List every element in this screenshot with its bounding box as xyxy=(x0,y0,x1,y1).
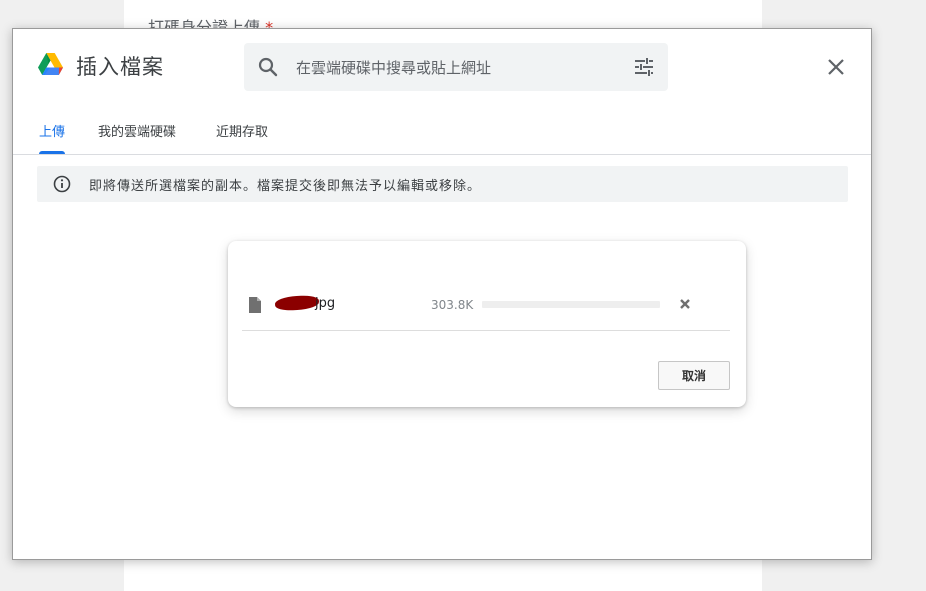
tab-recent[interactable]: 近期存取 xyxy=(216,121,268,140)
notice-text: 即將傳送所選檔案的副本。檔案提交後即無法予以編輯或移除。 xyxy=(89,179,482,194)
tab-bar: 上傳 我的雲端硬碟 近期存取 xyxy=(13,109,871,155)
cancel-button[interactable]: 取消 xyxy=(658,361,730,390)
file-size: 303.8K xyxy=(431,298,474,312)
active-tab-indicator xyxy=(39,151,65,154)
upload-progress-bar xyxy=(482,301,660,308)
redaction-mark xyxy=(274,294,320,312)
upload-progress-card: jpg 303.8K 取消 xyxy=(228,241,746,407)
info-icon xyxy=(53,175,71,193)
search-icon[interactable] xyxy=(256,55,280,79)
search-box[interactable] xyxy=(244,43,668,91)
card-divider xyxy=(242,330,730,331)
dialog-title: 插入檔案 xyxy=(76,55,164,79)
tune-icon[interactable] xyxy=(632,55,656,79)
insert-file-dialog: 插入檔案 在雲端硬碟中搜尋或貼上網址 上傳 我的雲端硬碟 近期存取 即將傳送所選… xyxy=(12,28,872,560)
google-drive-icon xyxy=(38,53,63,75)
tab-my-drive[interactable]: 我的雲端硬碟 xyxy=(98,121,176,140)
search-input[interactable] xyxy=(294,53,618,83)
close-icon[interactable] xyxy=(824,55,848,79)
copy-notice-banner: 即將傳送所選檔案的副本。檔案提交後即無法予以編輯或移除。 xyxy=(37,166,848,202)
file-name: jpg xyxy=(315,296,336,311)
tab-upload[interactable]: 上傳 xyxy=(39,121,65,140)
file-icon xyxy=(249,297,261,313)
remove-file-icon[interactable] xyxy=(678,297,692,311)
dialog-header: 插入檔案 xyxy=(13,29,871,109)
